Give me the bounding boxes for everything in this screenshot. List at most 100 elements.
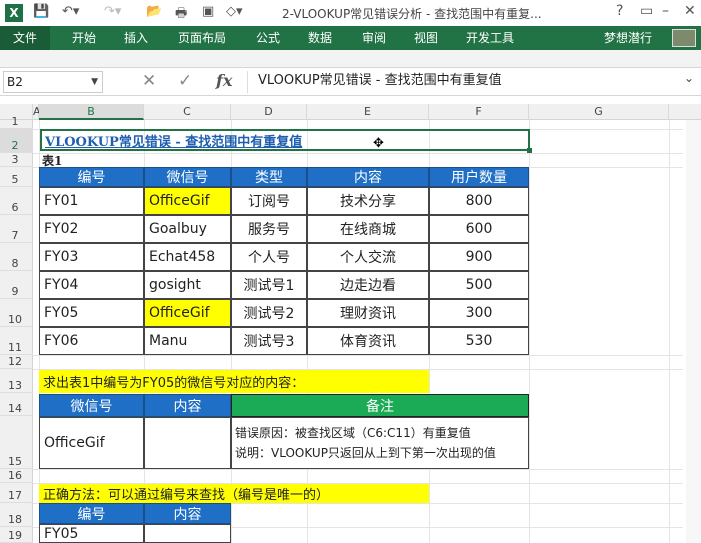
row-header[interactable]: 3 (0, 153, 33, 167)
cell-b17-method[interactable]: 正确方法：可以通过编号来查找（编号是唯一的） (39, 484, 429, 503)
row-header[interactable]: 5 (0, 167, 33, 187)
table-cell[interactable]: 边走边看 (307, 271, 429, 299)
table-cell[interactable]: 服务号 (231, 215, 307, 243)
row-header[interactable]: 2 (0, 129, 33, 153)
row-header[interactable]: 14 (0, 393, 33, 416)
save-icon[interactable]: 💾 (33, 4, 49, 19)
ribbon-display-icon[interactable]: ▭ (640, 3, 653, 19)
table-cell[interactable]: 900 (429, 243, 529, 271)
table-cell[interactable]: FY06 (39, 327, 144, 355)
t1-header-content[interactable]: 内容 (307, 167, 429, 187)
row-header[interactable]: 7 (0, 215, 33, 243)
chevron-down-icon[interactable]: ▼ (91, 72, 98, 92)
table-cell[interactable]: 订阅号 (231, 187, 307, 215)
table-cell[interactable]: 理财资讯 (307, 299, 429, 327)
minimize-icon[interactable]: – (662, 3, 669, 19)
form-icon[interactable]: ▣ (202, 4, 214, 19)
help-icon[interactable]: ? (616, 3, 623, 19)
t1-header-users[interactable]: 用户数量 (429, 167, 529, 187)
table-cell[interactable]: 530 (429, 327, 529, 355)
t2-note-cell[interactable]: 错误原因：被查找区域（C6:C11）有重复值 说明：VLOOKUP只返回从上到下… (231, 417, 529, 469)
cell-b2-title[interactable]: VLOOKUP常见错误 - 查找范围中有重复值 (40, 129, 532, 153)
tab-file[interactable]: 文件 (0, 26, 50, 50)
t3-header-id[interactable]: 编号 (39, 503, 144, 524)
close-icon[interactable]: ✕ (684, 3, 696, 19)
row-header[interactable]: 11 (0, 327, 33, 355)
tab-insert[interactable]: 插入 (124, 26, 148, 50)
open-icon[interactable]: 📂 (146, 4, 162, 19)
row-header[interactable]: 18 (0, 503, 33, 527)
avatar[interactable] (672, 29, 696, 47)
table-cell[interactable]: Goalbuy (144, 215, 231, 243)
t1-header-type[interactable]: 类型 (231, 167, 307, 187)
cell-b3-label[interactable]: 表1 (42, 153, 62, 168)
table-cell[interactable]: 测试号3 (231, 327, 307, 355)
table-cell[interactable]: FY04 (39, 271, 144, 299)
column-header-f[interactable]: F (429, 104, 529, 120)
vertical-scrollbar[interactable] (686, 120, 701, 543)
table-cell[interactable]: FY03 (39, 243, 144, 271)
table-cell[interactable]: 体育资讯 (307, 327, 429, 355)
column-header-b[interactable]: B (39, 104, 144, 120)
row-header[interactable]: 8 (0, 243, 33, 271)
enter-icon[interactable]: ✓ (178, 71, 192, 91)
tab-formulas[interactable]: 公式 (256, 26, 280, 50)
table-cell[interactable]: Echat458 (144, 243, 231, 271)
table-cell[interactable]: Manu (144, 327, 231, 355)
table-cell[interactable]: 测试号1 (231, 271, 307, 299)
t1-header-wechat[interactable]: 微信号 (144, 167, 231, 187)
t2-header-note[interactable]: 备注 (231, 394, 529, 417)
insert-function-icon[interactable]: fx (216, 71, 232, 90)
row-header[interactable]: 15 (0, 416, 33, 469)
row-header[interactable]: 1 (0, 115, 33, 129)
row-header[interactable]: 13 (0, 369, 33, 393)
table-cell[interactable]: 在线商城 (307, 215, 429, 243)
t2-header-content[interactable]: 内容 (144, 394, 231, 417)
table-cell[interactable]: 个人交流 (307, 243, 429, 271)
row-header[interactable]: 6 (0, 187, 33, 215)
user-name[interactable]: 梦想潜行 (604, 26, 652, 50)
table-cell[interactable]: 测试号2 (231, 299, 307, 327)
t1-header-id[interactable]: 编号 (39, 167, 144, 187)
tab-developer[interactable]: 开发工具 (466, 26, 514, 50)
table-cell[interactable]: gosight (144, 271, 231, 299)
tab-home[interactable]: 开始 (72, 26, 96, 50)
table-cell[interactable] (144, 417, 231, 469)
t2-header-wechat[interactable]: 微信号 (39, 394, 144, 417)
t3-header-content[interactable]: 内容 (144, 503, 231, 524)
fill-handle[interactable] (527, 148, 532, 153)
qat-more-icon[interactable]: ◇▾ (226, 4, 243, 19)
tab-data[interactable]: 数据 (308, 26, 332, 50)
table-cell[interactable] (144, 524, 231, 543)
table-cell[interactable]: FY05 (39, 299, 144, 327)
tab-page-layout[interactable]: 页面布局 (178, 26, 226, 50)
table-cell[interactable]: 技术分享 (307, 187, 429, 215)
table-cell[interactable]: FY02 (39, 215, 144, 243)
column-header-g[interactable]: G (529, 104, 669, 120)
table-cell[interactable]: FY05 (39, 524, 144, 543)
table-cell[interactable]: OfficeGif (39, 417, 144, 469)
row-header[interactable]: 19 (0, 527, 33, 543)
tab-view[interactable]: 视图 (414, 26, 438, 50)
table-cell[interactable]: 600 (429, 215, 529, 243)
row-header[interactable]: 17 (0, 483, 33, 503)
row-header[interactable]: 10 (0, 299, 33, 327)
table-cell[interactable]: FY01 (39, 187, 144, 215)
table-cell[interactable]: 800 (429, 187, 529, 215)
redo-icon[interactable]: ↷▾ (104, 4, 121, 19)
table-cell[interactable]: 300 (429, 299, 529, 327)
row-header[interactable]: 9 (0, 271, 33, 299)
cancel-icon[interactable]: ✕ (142, 71, 156, 91)
undo-icon[interactable]: ↶▾ (62, 4, 79, 19)
column-header-c[interactable]: C (144, 104, 231, 120)
cell-b13-question[interactable]: 求出表1中编号为FY05的微信号对应的内容： (39, 370, 429, 393)
tab-review[interactable]: 审阅 (362, 26, 386, 50)
row-header[interactable]: 16 (0, 469, 33, 483)
column-header-d[interactable]: D (231, 104, 307, 120)
expand-formula-icon[interactable]: ⌄ (684, 71, 694, 85)
table-cell[interactable]: 500 (429, 271, 529, 299)
name-box[interactable]: B2 ▼ (3, 71, 103, 93)
column-header-e[interactable]: E (307, 104, 429, 120)
print-preview-icon[interactable]: 🖶 (175, 4, 187, 26)
table-cell[interactable]: OfficeGif (144, 187, 231, 215)
